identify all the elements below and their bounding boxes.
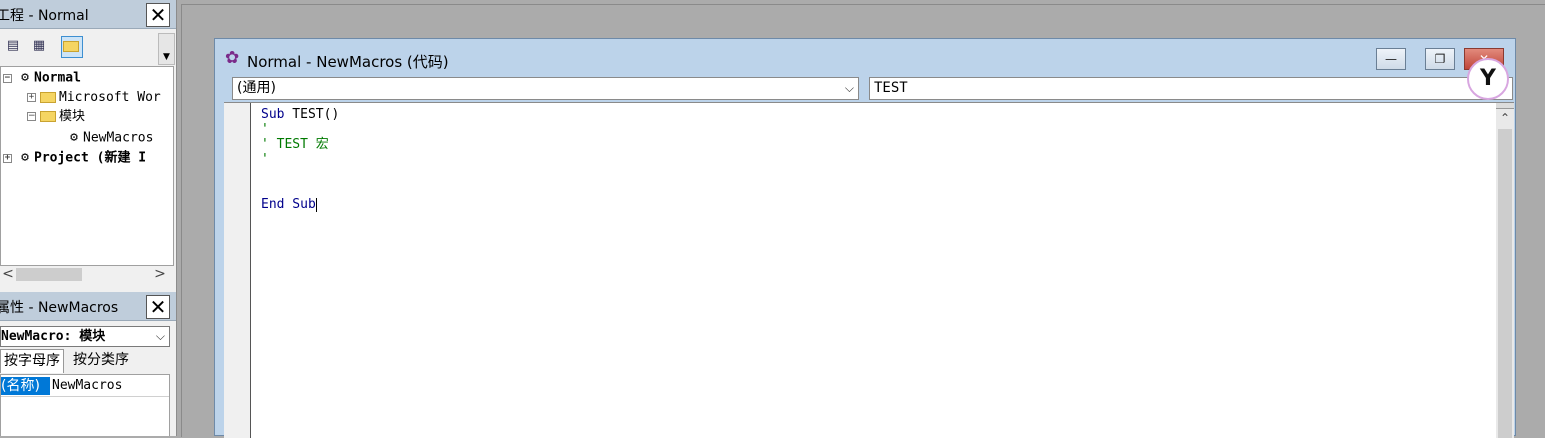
project-pane-titlebar: 工程 - Normal ✕ — [0, 0, 176, 29]
code-line-6[interactable]: End Sub — [261, 197, 317, 213]
minimize-button[interactable]: — — [1376, 48, 1406, 70]
code-editor[interactable]: Sub TEST() ' ' TEST 宏 ' End Sub ⌃ — [224, 102, 1514, 438]
restore-button[interactable]: ❐ — [1425, 48, 1455, 70]
properties-pane-titlebar: 属性 - NewMacros ✕ — [0, 292, 176, 321]
keyword-end-sub: End Sub — [261, 197, 316, 212]
collapse-icon[interactable]: − — [3, 73, 12, 83]
tree-node-normal[interactable]: − ⚙ Normal — [3, 69, 81, 87]
sub-signature: TEST() — [284, 107, 340, 122]
module-icon: ⚙ — [70, 130, 78, 145]
project-pane-title: 工程 - Normal — [0, 8, 89, 24]
properties-grid: (名称) NewMacros — [0, 374, 170, 436]
project-icon: ⚙ — [21, 150, 29, 165]
procedure-combo-value: TEST — [874, 80, 908, 96]
view-object-icon[interactable]: ▦ — [28, 36, 50, 58]
scroll-up-icon[interactable]: ⌃ — [1496, 111, 1514, 125]
split-bar-handle[interactable] — [1496, 103, 1514, 109]
tab-alphabetic[interactable]: 按字母序 — [0, 349, 64, 373]
scroll-thumb[interactable] — [16, 268, 82, 281]
left-pane: 工程 - Normal ✕ ▤ ▦ ▼ − ⚙ Normal + Microsoft … — [0, 0, 177, 436]
code-line-3[interactable]: ' TEST 宏 — [261, 137, 329, 153]
scroll-thumb[interactable] — [1498, 129, 1512, 438]
keyword-sub: Sub — [261, 107, 285, 122]
expand-icon[interactable]: + — [27, 93, 36, 102]
folder-icon — [40, 92, 56, 103]
chevron-down-icon[interactable]: ⌵ — [845, 78, 854, 99]
properties-object-combo[interactable]: NewMacro: 模块 ⌵ — [0, 326, 170, 347]
expand-icon[interactable]: + — [3, 153, 12, 163]
tree-label-normal: Normal — [34, 70, 81, 86]
assistant-logo-icon[interactable]: Y — [1467, 58, 1509, 100]
view-code-icon[interactable]: ▤ — [2, 36, 24, 58]
code-vertical-scrollbar[interactable]: ⌃ — [1496, 103, 1514, 438]
project-icon: ⚙ — [21, 70, 29, 85]
properties-pane-close-button[interactable]: ✕ — [146, 295, 170, 319]
properties-pane-title: 属性 - NewMacros — [0, 300, 119, 316]
collapse-icon[interactable]: − — [27, 112, 36, 121]
text-caret — [315, 197, 317, 212]
code-window: ✿ Normal - NewMacros (代码) — ❐ ✕ (通用) ⌵ T… — [214, 38, 1516, 438]
project-pane-close-button[interactable]: ✕ — [146, 3, 170, 27]
tree-label-word-objects: Microsoft Wor — [59, 90, 161, 105]
project-toolbar: ▤ ▦ ▼ — [0, 31, 176, 65]
tree-node-word-objects[interactable]: + Microsoft Wor — [27, 89, 161, 107]
toolbar-scroll-arrow-icon[interactable]: ▼ — [158, 33, 175, 65]
project-tree: − ⚙ Normal + Microsoft Wor − 模块 ⚙ NewMacros +… — [0, 66, 174, 266]
property-name-cell[interactable]: (名称) — [1, 377, 50, 395]
procedure-combo[interactable]: TEST — [869, 77, 1513, 100]
toggle-folders-button[interactable] — [61, 36, 83, 58]
macro-module-icon: ✿ — [225, 48, 240, 68]
property-value-cell[interactable]: NewMacros — [52, 377, 122, 395]
object-combo[interactable]: (通用) ⌵ — [232, 77, 859, 100]
code-line-2[interactable]: ' — [261, 122, 269, 138]
folder-icon — [62, 41, 79, 52]
tree-label-project: Project (新建 I — [34, 150, 147, 166]
tree-label-modules: 模块 — [59, 109, 86, 124]
open-folder-icon — [40, 111, 56, 122]
scroll-left-icon[interactable]: < — [0, 266, 16, 283]
grid-divider — [1, 396, 169, 397]
code-window-title: Normal - NewMacros (代码) — [247, 53, 449, 71]
tree-horizontal-scrollbar[interactable]: < > — [0, 266, 172, 283]
tab-categorized[interactable]: 按分类序 — [70, 349, 132, 372]
object-combo-value: (通用) — [237, 80, 276, 96]
margin-indicator-bar[interactable] — [224, 103, 251, 438]
properties-object-label: NewMacro: 模块 — [1, 329, 106, 344]
chevron-down-icon[interactable]: ⌵ — [156, 327, 165, 346]
tree-node-project[interactable]: + ⚙ Project (新建 I — [3, 149, 146, 167]
tree-node-modules[interactable]: − 模块 — [27, 108, 85, 126]
code-line-4[interactable]: ' — [261, 152, 269, 168]
properties-tabs: 按字母序 按分类序 — [0, 349, 176, 373]
tree-node-newmacros[interactable]: ⚙ NewMacros — [65, 129, 153, 147]
scroll-right-icon[interactable]: > — [152, 266, 168, 283]
tree-label-newmacros: NewMacros — [83, 130, 154, 146]
code-line-1[interactable]: Sub TEST() — [261, 107, 339, 123]
